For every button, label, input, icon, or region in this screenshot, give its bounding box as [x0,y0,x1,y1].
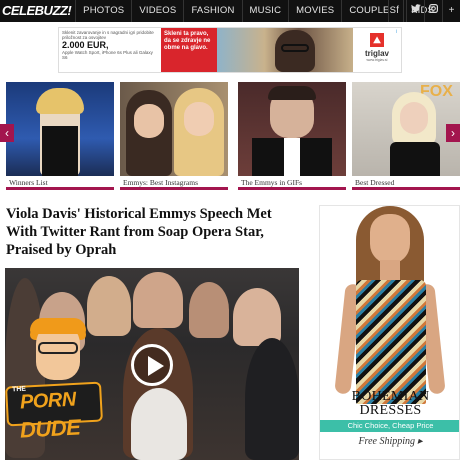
slide-image [238,82,346,176]
sticker-line1: PORN [19,388,77,414]
triglav-logo-icon: ⛰ [370,33,384,47]
slide-face-left [134,104,164,138]
side-ad-headline: BOHEMIAN DRESSES [351,389,430,418]
article-title[interactable]: Viola Davis' Historical Emmys Speech Met… [6,205,306,259]
video-dress [131,388,187,460]
model-face [370,214,410,264]
nav-links: PHOTOS VIDEOS FASHION MUSIC MOVIES COUPL… [75,0,441,22]
slider-next-button[interactable]: › [446,124,460,142]
slide-shirt [284,138,300,176]
slide-dress [390,142,440,176]
slide-hair [36,88,84,114]
model-dress [356,280,426,404]
nav-link-movies[interactable]: MOVIES [288,0,341,22]
slide-image [6,82,114,176]
slide-dress [42,126,78,176]
twitter-bird-shape [410,4,421,13]
play-icon [148,356,164,376]
gallery-slider: Winners List Emmys: Best Instagrams The … [0,82,460,190]
slide-hair [268,86,316,100]
ad-small-text: Sklenit zavarovanje in s nagradni igri p… [62,30,154,40]
sticker-line2: DUDE [19,414,81,443]
social-icons: f + [388,0,460,22]
video-bg-suit [245,338,299,460]
slide-image [120,82,228,176]
ad-photo [217,28,353,72]
plus-icon[interactable]: + [442,0,460,22]
slider-prev-button[interactable]: ‹ [0,124,14,142]
porn-dude-sticker[interactable]: THE PORN DUDE [5,318,103,460]
ad-info-icon[interactable]: i [393,29,400,36]
side-ad-shipping: Free Shipping ▸ [358,436,423,447]
slide-best-instagrams[interactable]: Emmys: Best Instagrams [120,82,228,190]
sticker-hair-top [30,318,86,334]
nav-link-fashion[interactable]: FASHION [183,0,241,22]
ad-red-text: Skleni ta pravo, da se zdravje ne obme n… [161,28,217,72]
ad-man-glasses [281,44,309,52]
slide-caption: Emmys: Best Instagrams [120,176,228,190]
slide-image: FOX [352,82,460,176]
play-button[interactable] [131,344,173,386]
sidebar-ad[interactable]: BOHEMIAN DRESSES Chic Choice, Cheap Pric… [319,205,460,460]
slide-face [400,102,428,134]
ad-brand-name: triglav [364,49,389,58]
sticker-glasses [38,342,78,354]
ad-brand-url: www.triglav.si [366,58,388,62]
video-bg-face [133,272,183,328]
slide-winners-list[interactable]: Winners List [6,82,114,190]
twitter-icon[interactable] [406,0,424,22]
top-navbar: CELEBUZZ! PHOTOS VIDEOS FASHION MUSIC MO… [0,0,460,22]
ad-prize: Apple Watch Sport, iPhone 6s Plus ali Ga… [62,50,153,60]
nav-link-photos[interactable]: PHOTOS [75,0,131,22]
slide-face-right [184,102,214,136]
nav-link-videos[interactable]: VIDEOS [131,0,183,22]
ad-promo-text: Sklenit zavarovanje in s nagradni igri p… [59,28,161,72]
instagram-shape [429,4,439,14]
nav-link-music[interactable]: MUSIC [241,0,289,22]
site-logo[interactable]: CELEBUZZ! [0,0,75,22]
slide-caption: The Emmys in GIFs [238,176,346,190]
slide-emmys-gifs[interactable]: The Emmys in GIFs [238,82,346,190]
ad-amount: 2.000 EUR, [62,40,109,50]
side-ad-subline: Chic Choice, Cheap Price [320,420,459,432]
video-bg-face [189,282,229,338]
slide-caption: Best Dressed [352,176,460,190]
slide-caption: Winners List [6,176,114,190]
slide-best-dressed[interactable]: FOX Best Dressed [352,82,460,190]
facebook-icon[interactable]: f [388,0,406,22]
top-banner-ad[interactable]: Sklenit zavarovanje in s nagradni igri p… [58,27,402,73]
instagram-icon[interactable] [424,0,442,22]
